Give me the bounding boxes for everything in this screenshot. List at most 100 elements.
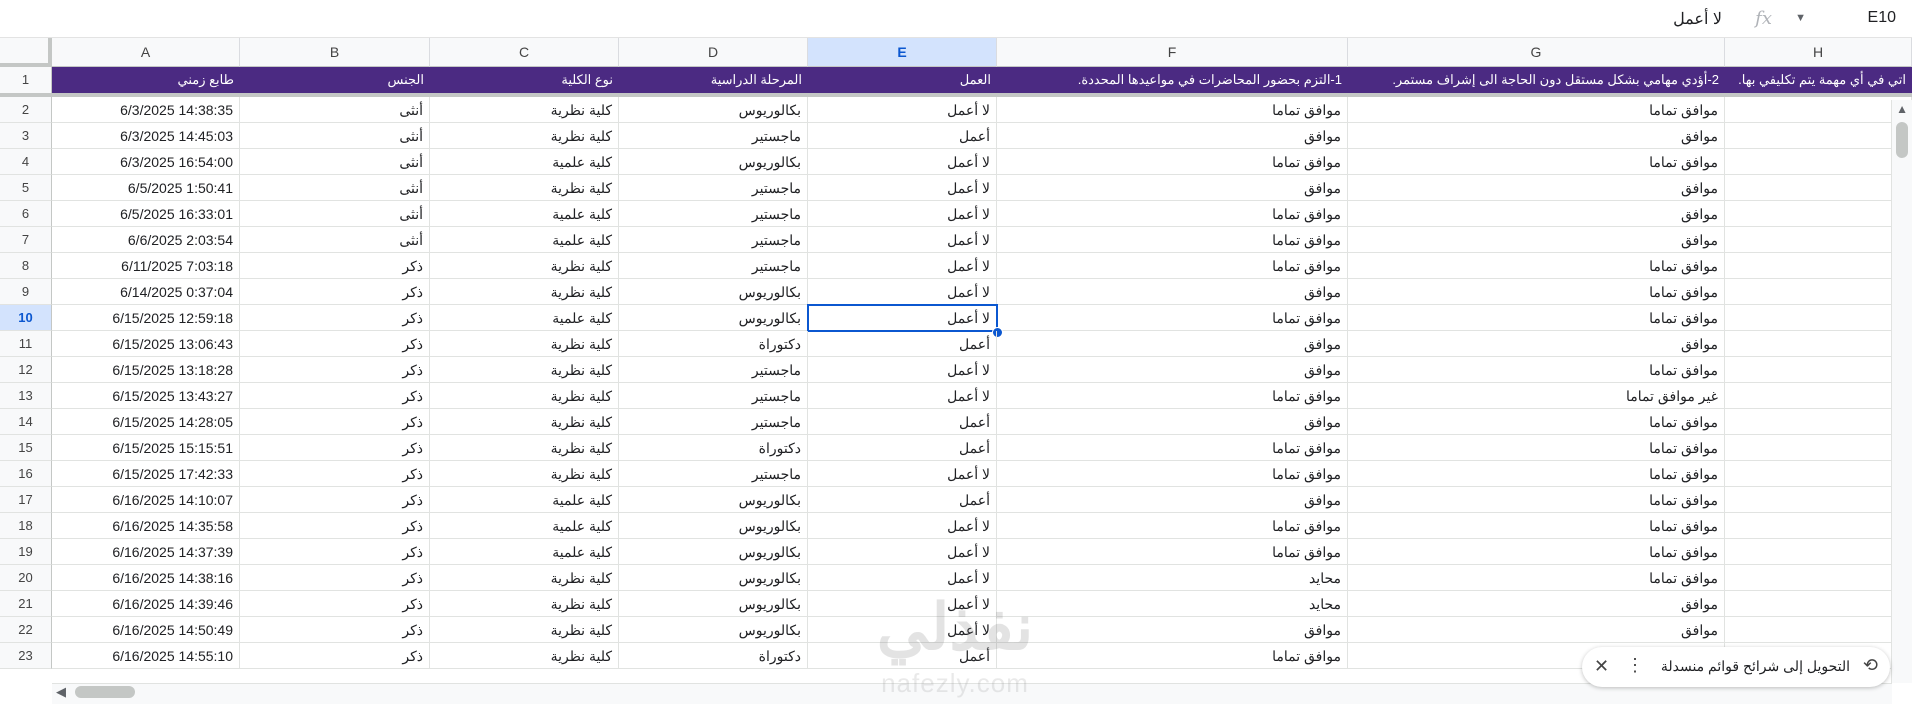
cell-d18[interactable]: بكالوريوس: [619, 513, 808, 539]
row-header-11[interactable]: 11: [0, 331, 52, 357]
cell-g11[interactable]: موافق: [1348, 331, 1725, 357]
row-header-16[interactable]: 16: [0, 461, 52, 487]
cell-g22[interactable]: موافق: [1348, 617, 1725, 643]
cell-c5[interactable]: كلية نظرية: [430, 175, 619, 201]
cell-e5[interactable]: لا أعمل: [808, 175, 997, 201]
toast-message[interactable]: التحويل إلى شرائح قوائم منسدلة: [1661, 658, 1850, 675]
cell-a2[interactable]: 6/3/2025 14:38:35: [52, 97, 240, 123]
cell-b12[interactable]: ذكر: [240, 357, 430, 383]
row-header-6[interactable]: 6: [0, 201, 52, 227]
header-cell-d[interactable]: المرحلة الدراسية: [619, 67, 808, 93]
cell-e17[interactable]: أعمل: [808, 487, 997, 513]
cell-a14[interactable]: 6/15/2025 14:28:05: [52, 409, 240, 435]
row-header-1[interactable]: 1: [0, 67, 52, 97]
cell-e11[interactable]: أعمل: [808, 331, 997, 357]
cell-e2[interactable]: لا أعمل: [808, 97, 997, 123]
row-header-20[interactable]: 20: [0, 565, 52, 591]
cell-f5[interactable]: موافق: [997, 175, 1348, 201]
cell-f3[interactable]: موافق: [997, 123, 1348, 149]
select-all-corner[interactable]: [0, 38, 52, 67]
cell-e16[interactable]: لا أعمل: [808, 461, 997, 487]
column-header-h[interactable]: H: [1725, 38, 1912, 67]
cell-c17[interactable]: كلية علمية: [430, 487, 619, 513]
cell-d20[interactable]: بكالوريوس: [619, 565, 808, 591]
cell-c18[interactable]: كلية علمية: [430, 513, 619, 539]
column-header-g[interactable]: G: [1348, 38, 1725, 67]
cell-g15[interactable]: موافق تماما: [1348, 435, 1725, 461]
cell-e18[interactable]: لا أعمل: [808, 513, 997, 539]
cell-f10[interactable]: موافق تماما: [997, 305, 1348, 331]
cell-d2[interactable]: بكالوريوس: [619, 97, 808, 123]
cell-e3[interactable]: أعمل: [808, 123, 997, 149]
cell-b2[interactable]: أنثى: [240, 97, 430, 123]
cell-d8[interactable]: ماجستير: [619, 253, 808, 279]
row-header-9[interactable]: 9: [0, 279, 52, 305]
header-cell-b[interactable]: الجنس: [240, 67, 430, 93]
cell-c6[interactable]: كلية علمية: [430, 201, 619, 227]
cell-c14[interactable]: كلية نظرية: [430, 409, 619, 435]
cell-d17[interactable]: بكالوريوس: [619, 487, 808, 513]
cell-c8[interactable]: كلية نظرية: [430, 253, 619, 279]
cell-e10[interactable]: لا أعمل: [808, 305, 997, 331]
cell-g8[interactable]: موافق تماما: [1348, 253, 1725, 279]
header-cell-g[interactable]: 2-أؤدي مهامي بشكل مستقل دون الحاجة الى إ…: [1348, 67, 1725, 93]
vertical-scrollbar[interactable]: [1891, 100, 1912, 683]
cell-a8[interactable]: 6/11/2025 7:03:18: [52, 253, 240, 279]
cell-a18[interactable]: 6/16/2025 14:35:58: [52, 513, 240, 539]
cell-b10[interactable]: ذكر: [240, 305, 430, 331]
chevron-down-icon[interactable]: ▼: [1795, 12, 1806, 24]
cell-d12[interactable]: ماجستير: [619, 357, 808, 383]
cell-c13[interactable]: كلية نظرية: [430, 383, 619, 409]
cell-d21[interactable]: بكالوريوس: [619, 591, 808, 617]
cell-a19[interactable]: 6/16/2025 14:37:39: [52, 539, 240, 565]
row-header-10[interactable]: 10: [0, 305, 52, 331]
cell-b4[interactable]: أنثى: [240, 149, 430, 175]
row-header-18[interactable]: 18: [0, 513, 52, 539]
cell-g18[interactable]: موافق تماما: [1348, 513, 1725, 539]
cell-h5[interactable]: [1725, 175, 1912, 201]
cell-g7[interactable]: موافق: [1348, 227, 1725, 253]
cell-h9[interactable]: [1725, 279, 1912, 305]
cell-f15[interactable]: موافق تماما: [997, 435, 1348, 461]
cell-c10[interactable]: كلية علمية: [430, 305, 619, 331]
row-header-12[interactable]: 12: [0, 357, 52, 383]
cell-a21[interactable]: 6/16/2025 14:39:46: [52, 591, 240, 617]
cell-h17[interactable]: [1725, 487, 1912, 513]
cell-d16[interactable]: ماجستير: [619, 461, 808, 487]
cell-e4[interactable]: لا أعمل: [808, 149, 997, 175]
header-cell-a[interactable]: طابع زمني: [52, 67, 240, 93]
cell-d14[interactable]: ماجستير: [619, 409, 808, 435]
cell-a17[interactable]: 6/16/2025 14:10:07: [52, 487, 240, 513]
cell-e7[interactable]: لا أعمل: [808, 227, 997, 253]
cell-c15[interactable]: كلية نظرية: [430, 435, 619, 461]
more-vert-icon[interactable]: ⋮: [1626, 655, 1644, 676]
cell-f8[interactable]: موافق تماما: [997, 253, 1348, 279]
cell-c3[interactable]: كلية نظرية: [430, 123, 619, 149]
row-header-22[interactable]: 22: [0, 617, 52, 643]
cell-a10[interactable]: 6/15/2025 12:59:18: [52, 305, 240, 331]
header-cell-f[interactable]: 1-التزم بحضور المحاضرات في مواعيدها المح…: [997, 67, 1348, 93]
cell-e20[interactable]: لا أعمل: [808, 565, 997, 591]
cell-h8[interactable]: [1725, 253, 1912, 279]
cell-b3[interactable]: أنثى: [240, 123, 430, 149]
row-header-7[interactable]: 7: [0, 227, 52, 253]
cell-b14[interactable]: ذكر: [240, 409, 430, 435]
cell-e13[interactable]: لا أعمل: [808, 383, 997, 409]
cell-h20[interactable]: [1725, 565, 1912, 591]
cell-e8[interactable]: لا أعمل: [808, 253, 997, 279]
cell-d11[interactable]: دكتوراة: [619, 331, 808, 357]
cell-g14[interactable]: موافق تماما: [1348, 409, 1725, 435]
horizontal-scroll-thumb[interactable]: [75, 686, 135, 698]
cell-a23[interactable]: 6/16/2025 14:55:10: [52, 643, 240, 669]
cell-f14[interactable]: موافق: [997, 409, 1348, 435]
cell-h11[interactable]: [1725, 331, 1912, 357]
cell-h13[interactable]: [1725, 383, 1912, 409]
cell-a7[interactable]: 6/6/2025 2:03:54: [52, 227, 240, 253]
cell-d4[interactable]: بكالوريوس: [619, 149, 808, 175]
cell-h18[interactable]: [1725, 513, 1912, 539]
cell-f20[interactable]: محايد: [997, 565, 1348, 591]
cell-b5[interactable]: أنثى: [240, 175, 430, 201]
cell-g6[interactable]: موافق: [1348, 201, 1725, 227]
cell-e19[interactable]: لا أعمل: [808, 539, 997, 565]
row-header-21[interactable]: 21: [0, 591, 52, 617]
